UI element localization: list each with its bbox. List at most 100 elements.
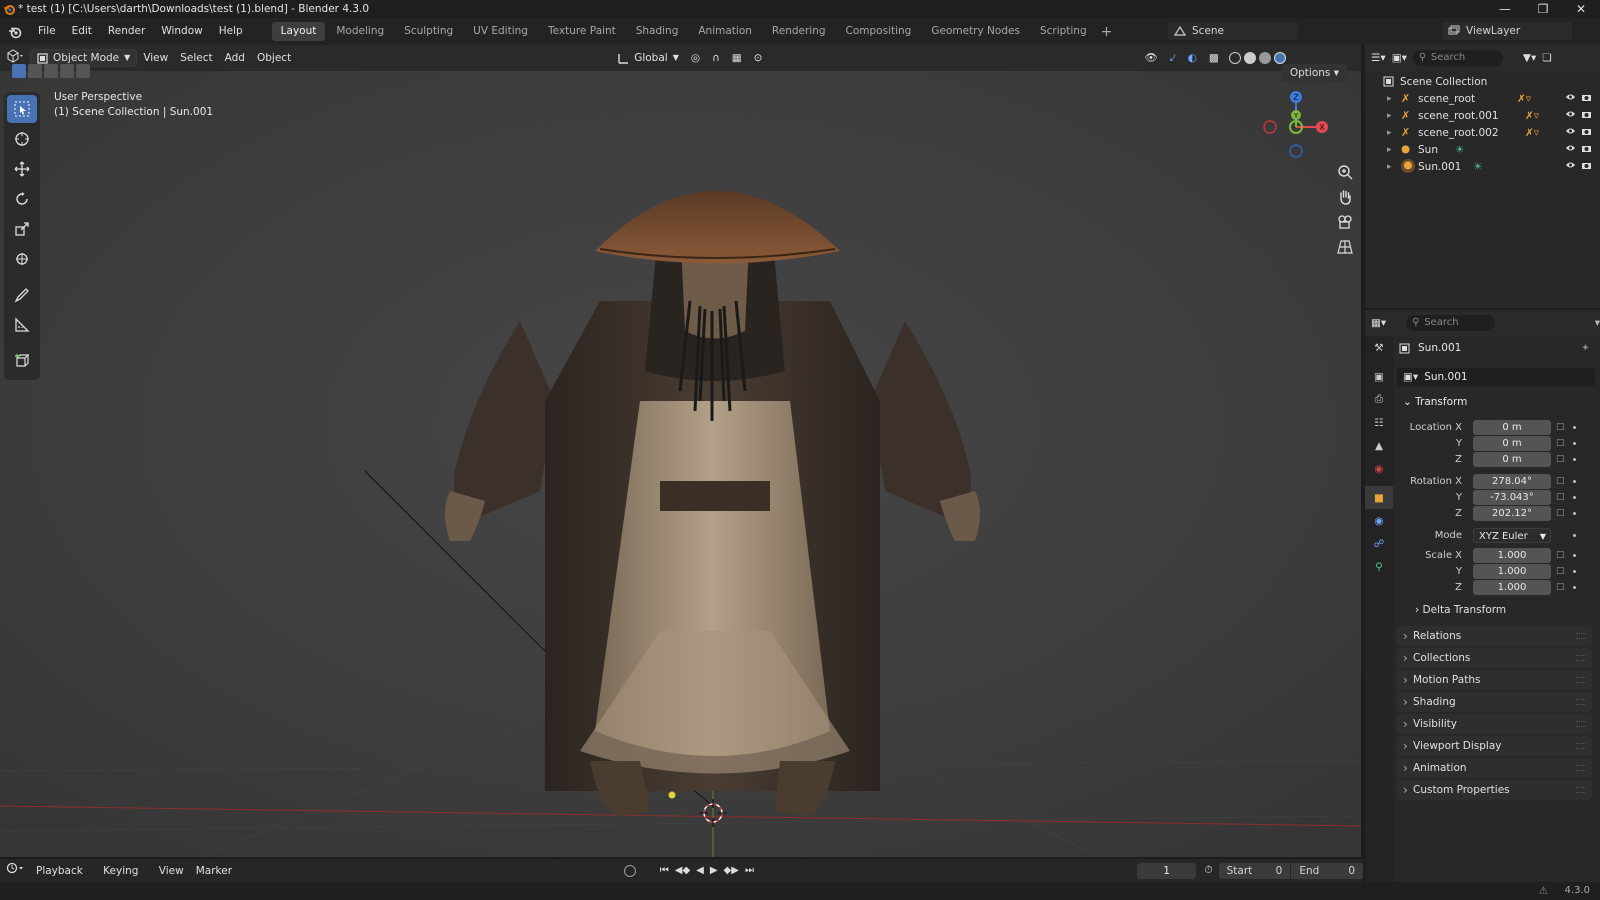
rotation-z-field[interactable]: 202.12° [1473, 506, 1551, 521]
expand-icon[interactable]: ▸ [1387, 111, 1392, 121]
viewport-menu-add[interactable]: Add [219, 49, 251, 67]
properties-options-icon[interactable]: ▾ [1595, 317, 1600, 329]
panel-custom-properties[interactable]: Custom Properties [1397, 780, 1592, 800]
viewport-menu-view[interactable]: View [137, 49, 174, 67]
world-tab-icon[interactable]: ◉ [1365, 457, 1393, 480]
filter-icon[interactable]: ▼▾ [1523, 52, 1536, 64]
scene-tab-icon[interactable]: ▲ [1365, 434, 1393, 457]
menu-render[interactable]: Render [100, 18, 153, 45]
timeline-menu-keying[interactable]: Keying ▾ [97, 862, 153, 895]
blender-menu-icon[interactable] [0, 25, 30, 39]
snap-icon[interactable]: ∩ [706, 49, 726, 67]
rotation-y-field[interactable]: -73.043° [1473, 490, 1551, 505]
lock-icon[interactable]: □ [1556, 476, 1565, 486]
tab-uv-editing[interactable]: UV Editing [464, 22, 537, 41]
timeline-menu-marker[interactable]: Marker [190, 862, 238, 880]
options-dropdown[interactable]: Options ▾ [1281, 64, 1347, 82]
minimize-icon[interactable]: — [1486, 0, 1524, 18]
scale-y-field[interactable]: 1.000 [1473, 564, 1551, 579]
move-tool-icon[interactable] [7, 155, 37, 183]
tab-shading[interactable]: Shading [627, 22, 688, 41]
menu-window[interactable]: Window [153, 18, 210, 45]
panel-relations[interactable]: Relations [1397, 626, 1592, 646]
close-icon[interactable]: ✕ [1562, 0, 1600, 18]
lock-icon[interactable]: □ [1556, 492, 1565, 502]
display-mode-icon[interactable]: ▣▾ [1392, 52, 1407, 64]
delta-transform-subpanel[interactable]: › Delta Transform [1415, 604, 1506, 616]
panel-animation[interactable]: Animation [1397, 758, 1592, 778]
tab-rendering[interactable]: Rendering [763, 22, 835, 41]
jump-end-icon[interactable]: ⏭ [745, 865, 754, 876]
render-camera-icon[interactable] [1581, 93, 1592, 102]
view-layer-selector[interactable]: ViewLayer [1442, 22, 1572, 40]
outliner-item[interactable]: ▸ ✗ scene_root ✗▿ [1365, 90, 1600, 107]
camera-view-icon[interactable] [1332, 211, 1358, 233]
datablock-field[interactable]: ▣▾ Sun.001 [1397, 368, 1595, 386]
keyframe-dot-icon[interactable] [1573, 442, 1576, 445]
keyframe-dot-icon[interactable] [1573, 586, 1576, 589]
expand-icon[interactable]: ▸ [1387, 94, 1392, 104]
object-tab-icon[interactable]: ■ [1365, 486, 1393, 509]
timeline-editor-type-icon[interactable] [0, 862, 30, 880]
transform-tool-icon[interactable] [7, 245, 37, 273]
solid-shading-icon[interactable] [1243, 52, 1256, 64]
tab-texture-paint[interactable]: Texture Paint [539, 22, 625, 41]
menu-help[interactable]: Help [211, 18, 251, 45]
visibility-icon[interactable]: 👁 [1138, 49, 1163, 67]
keyframe-dot-icon[interactable] [1573, 496, 1576, 499]
scale-z-field[interactable]: 1.000 [1473, 580, 1551, 595]
play-icon[interactable]: ▶ [710, 865, 718, 876]
pan-hand-icon[interactable] [1332, 186, 1358, 208]
lock-icon[interactable]: □ [1556, 422, 1565, 432]
preview-range-icon[interactable]: ⏱ [1204, 864, 1212, 877]
render-camera-icon[interactable] [1581, 161, 1592, 170]
eye-icon[interactable] [1565, 127, 1576, 135]
physics-tab-icon[interactable]: ◉ [1365, 509, 1393, 532]
tab-animation[interactable]: Animation [689, 22, 761, 41]
eye-icon[interactable] [1565, 144, 1576, 152]
wireframe-shading-icon[interactable] [1228, 52, 1241, 64]
zoom-icon[interactable] [1332, 161, 1358, 183]
location-y-field[interactable]: 0 m [1473, 436, 1551, 451]
lock-icon[interactable]: □ [1556, 454, 1565, 464]
keyframe-dot-icon[interactable] [1573, 512, 1576, 515]
xray-toggle-icon[interactable]: ▩ [1203, 49, 1225, 67]
panel-collections[interactable]: Collections [1397, 648, 1592, 668]
rendered-shading-icon[interactable] [1273, 52, 1286, 64]
lock-icon[interactable]: □ [1556, 566, 1565, 576]
eye-icon[interactable] [1565, 110, 1576, 118]
restore-icon[interactable]: ❐ [1524, 0, 1562, 18]
lock-icon[interactable]: □ [1556, 582, 1565, 592]
panel-motion-paths[interactable]: Motion Paths [1397, 670, 1592, 690]
panel-viewport-display[interactable]: Viewport Display [1397, 736, 1592, 756]
timeline-menu-playback[interactable]: Playback ▾ [30, 862, 97, 895]
keyframe-dot-icon[interactable] [1573, 534, 1576, 537]
tab-geometry-nodes[interactable]: Geometry Nodes [922, 22, 1029, 41]
outliner-editor-type-icon[interactable]: ☰▾ [1371, 52, 1386, 64]
output-tab-icon[interactable]: ⎙ [1365, 388, 1393, 411]
panel-visibility[interactable]: Visibility [1397, 714, 1592, 734]
properties-editor-type-icon[interactable]: ▦▾ [1371, 317, 1386, 329]
light-data-tab-icon[interactable]: ⚲ [1365, 555, 1393, 578]
view-layer-tab-icon[interactable]: ☷ [1365, 411, 1393, 434]
eye-icon[interactable] [1565, 161, 1576, 169]
navigation-gizmo[interactable]: Z X Y [1262, 91, 1342, 203]
start-frame-field[interactable]: Start 0 [1218, 862, 1291, 879]
scale-tool-icon[interactable] [7, 215, 37, 243]
new-collection-icon[interactable]: ❏ [1542, 52, 1551, 64]
render-camera-icon[interactable] [1581, 127, 1592, 136]
material-shading-icon[interactable] [1258, 52, 1271, 64]
outliner-item[interactable]: ▸ ● Sun ☀ [1365, 141, 1600, 158]
rotation-mode-dropdown[interactable]: XYZ Euler ▼ [1473, 528, 1551, 543]
current-frame-field[interactable]: 1 [1136, 862, 1197, 879]
select-box-tool-icon[interactable] [7, 95, 37, 123]
menu-edit[interactable]: Edit [64, 18, 100, 45]
outliner-root[interactable]: Scene Collection [1365, 73, 1600, 90]
select-new-icon[interactable] [12, 64, 26, 78]
panel-shading[interactable]: Shading [1397, 692, 1592, 712]
measure-tool-icon[interactable] [7, 311, 37, 339]
perspective-toggle-icon[interactable] [1332, 236, 1358, 258]
rotate-tool-icon[interactable] [7, 185, 37, 213]
menu-file[interactable]: File [30, 18, 64, 45]
outliner-item[interactable]: ▸ ✗ scene_root.001 ✗▿ [1365, 107, 1600, 124]
